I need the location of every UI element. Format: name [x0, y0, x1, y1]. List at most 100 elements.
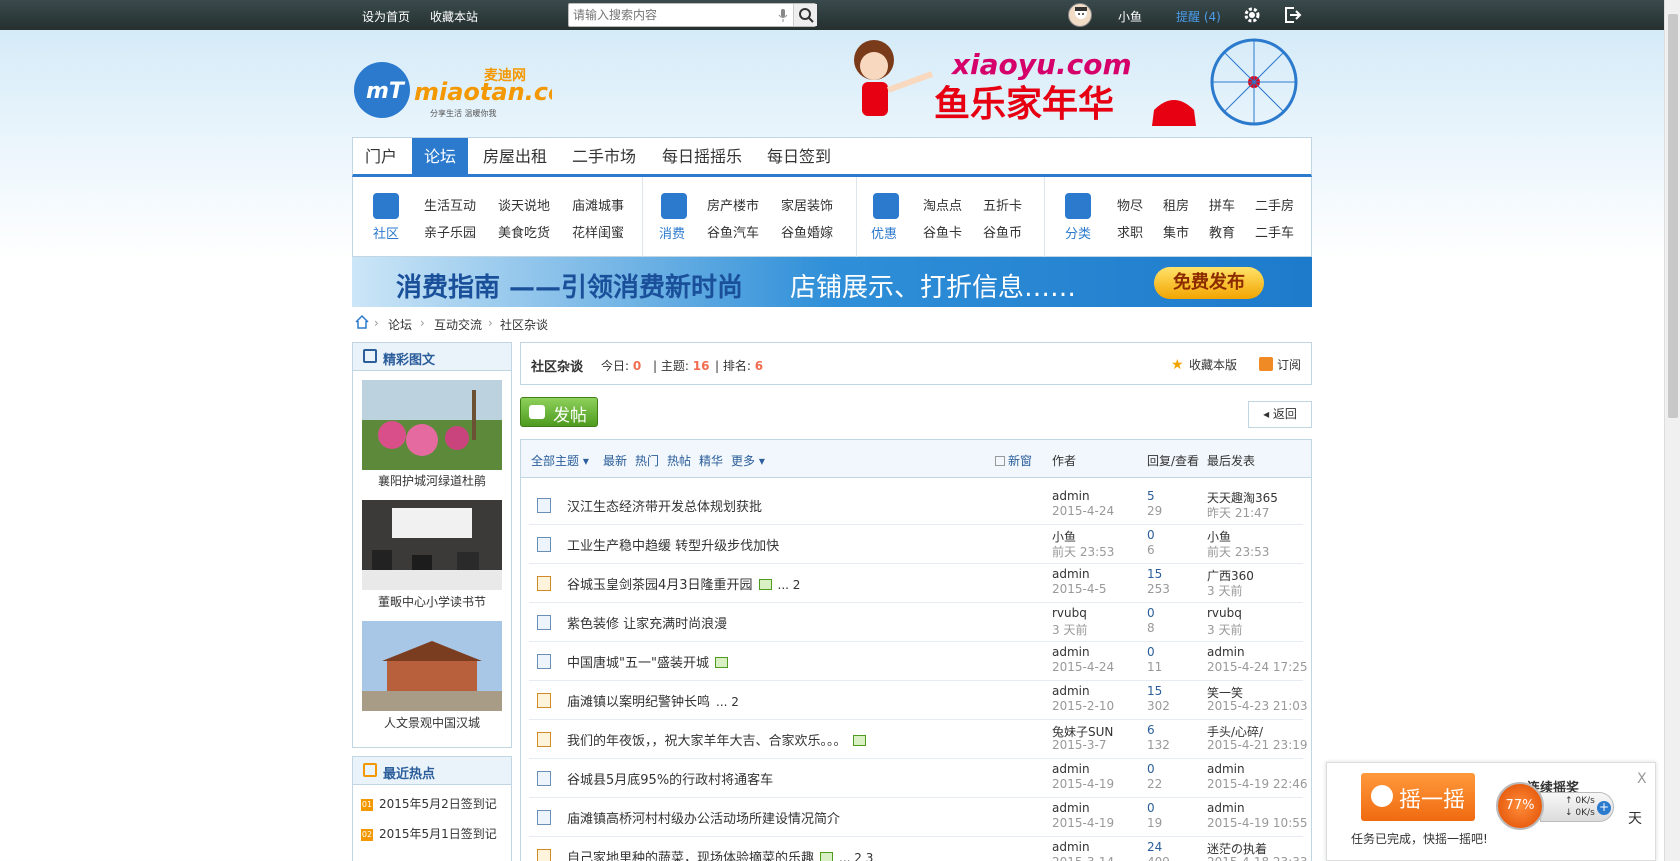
featured-caption[interactable]: 襄阳护城河绿道杜鹃 [353, 472, 511, 489]
subnav-link[interactable]: 房产楼市 [707, 195, 759, 214]
reply-count[interactable]: 0 [1147, 801, 1155, 815]
thread-icon[interactable] [537, 576, 551, 591]
table-row[interactable]: 自己家地里种的蔬菜，现场体验摘菜的乐趣... 2 3 admin2015-3-14… [529, 837, 1308, 861]
logout-icon[interactable] [1282, 5, 1302, 25]
thread-icon[interactable] [537, 810, 551, 825]
filter-hot[interactable]: 热帖 [667, 452, 691, 469]
hot-item[interactable]: 01 2015年5月2日签到记 [361, 795, 497, 812]
thread-icon[interactable] [537, 732, 551, 747]
subnav-link[interactable]: 谷鱼币 [983, 222, 1022, 241]
thread-author[interactable]: rvubq [1052, 606, 1087, 620]
breadcrumb-current[interactable]: 社区杂谈 [500, 316, 548, 333]
thread-title[interactable]: 自己家地里种的蔬菜，现场体验摘菜的乐趣... 2 3 [567, 847, 873, 861]
gear-icon[interactable] [1242, 5, 1262, 25]
search-button[interactable] [793, 4, 817, 26]
thread-title[interactable]: 我们的年夜饭，，祝大家羊年大吉、合家欢乐。。。 [567, 730, 866, 749]
thread-title[interactable]: 工业生产稳中趋缓 转型升级步伐加快 [567, 535, 779, 554]
top-banner[interactable]: xiaoyu.com 鱼乐家年华 [824, 30, 1312, 135]
subnav-link[interactable]: 集市 [1163, 222, 1189, 241]
nav-item-checkin[interactable]: 每日签到 [755, 138, 843, 175]
hot-item[interactable]: 02 2015年5月1日签到记 [361, 825, 497, 842]
last-poster[interactable]: admin [1207, 801, 1245, 815]
last-post-time[interactable]: 昨天 21:47 [1207, 504, 1269, 521]
last-post-time[interactable]: 2015-4-19 10:55 [1207, 816, 1308, 830]
subnav-title[interactable]: 优惠 [871, 223, 897, 242]
subnav-link[interactable]: 花样闺蜜 [572, 222, 624, 241]
last-post-time[interactable]: 2015-4-21 23:19 [1207, 738, 1308, 752]
new-post-button[interactable]: 发帖 [520, 397, 598, 427]
subnav-link[interactable]: 美食吃货 [498, 222, 550, 241]
last-post-time[interactable]: 3 天前 [1207, 582, 1242, 599]
subnav-link[interactable]: 二手房 [1255, 195, 1294, 214]
featured-caption[interactable]: 董畈中心小学读书节 [353, 593, 511, 610]
subnav-link[interactable]: 求职 [1117, 222, 1143, 241]
featured-caption[interactable]: 人文景观中国汉城 [353, 714, 511, 731]
subnav-title[interactable]: 分类 [1065, 223, 1091, 242]
subnav-link[interactable]: 拼车 [1209, 195, 1235, 214]
ad-banner[interactable]: 消费指南 ——引领消费新时尚 店铺展示、打折信息…… 免费发布 [352, 257, 1312, 307]
thread-icon[interactable] [537, 693, 551, 708]
mic-icon[interactable] [777, 8, 789, 23]
thread-title[interactable]: 谷城县5月底95%的行政村将通客车 [567, 769, 773, 788]
subnav-link[interactable]: 庙滩城事 [572, 195, 624, 214]
checkbox[interactable] [995, 456, 1005, 466]
breadcrumb-interact[interactable]: 互动交流 [434, 316, 482, 333]
subnav-link[interactable]: 五折卡 [983, 195, 1022, 214]
free-publish-button[interactable]: 免费发布 [1154, 267, 1264, 299]
reminder-link[interactable]: 提醒 (4) [1176, 8, 1221, 25]
featured-image-3[interactable] [362, 621, 502, 711]
subnav-link[interactable]: 租房 [1163, 195, 1189, 214]
nav-item-shake[interactable]: 每日摇摇乐 [650, 138, 754, 175]
nav-item-forum[interactable]: 论坛 [412, 138, 469, 175]
reply-count[interactable]: 0 [1147, 762, 1155, 776]
close-popup-button[interactable]: X [1637, 771, 1647, 787]
subnav-link[interactable]: 物尽 [1117, 195, 1143, 214]
thread-author[interactable]: admin [1052, 840, 1090, 854]
thread-icon[interactable] [537, 771, 551, 786]
subnav-link[interactable]: 谷鱼婚嫁 [781, 222, 833, 241]
thread-author[interactable]: admin [1052, 489, 1090, 503]
thread-author[interactable]: admin [1052, 684, 1090, 698]
filter-more[interactable]: 更多 ▾ [731, 452, 765, 469]
reply-count[interactable]: 0 [1147, 528, 1155, 542]
subnav-title[interactable]: 消费 [659, 223, 685, 242]
thread-author[interactable]: admin [1052, 567, 1090, 581]
table-row[interactable]: 汉江生态经济带开发总体规划获批 admin 2015-4-24 5 29 天天趣淘365 昨… [529, 486, 1303, 525]
subnav-title[interactable]: 社区 [373, 223, 399, 242]
speed-widget[interactable]: ↑ 0K/s ↓ 0K/s + 77% [1496, 782, 1620, 830]
filter-digest[interactable]: 精华 [699, 452, 723, 469]
subnav-link[interactable]: 生活互动 [424, 195, 476, 214]
subnav-link[interactable]: 谷鱼汽车 [707, 222, 759, 241]
thread-author[interactable]: admin [1052, 645, 1090, 659]
thread-icon[interactable] [537, 537, 551, 552]
nav-item-market[interactable]: 二手市场 [560, 138, 648, 175]
thread-icon[interactable] [537, 615, 551, 630]
subnav-link[interactable]: 淘点点 [923, 195, 962, 214]
table-row[interactable]: 谷城县5月底95%的行政村将通客车 admin 2015-4-19 0 22 admin 2… [529, 759, 1308, 798]
last-post-time[interactable]: 2015-4-18 23:33 [1207, 855, 1308, 861]
table-row[interactable]: 紫色装修 让家充满时尚浪漫 rvubq 3 天前 0 8 rvubq 3 天前 [529, 603, 1303, 642]
thread-title[interactable]: 谷城玉皇剑茶园4月3日隆重开园... 2 [567, 574, 800, 593]
page-links[interactable]: ... 2 [716, 695, 739, 709]
new-window-toggle[interactable]: 新窗 [995, 452, 1032, 469]
reply-count[interactable]: 0 [1147, 645, 1155, 659]
favorite-forum-button[interactable]: ★ 收藏本版 [1171, 356, 1237, 373]
featured-image-2[interactable] [362, 500, 502, 590]
table-row[interactable]: 庙滩镇以案明纪警钟长鸣... 2 admin 2015-2-10 15 302 笑一笑 20… [529, 681, 1308, 720]
back-button[interactable]: ◂ 返回 [1248, 401, 1312, 428]
table-row[interactable]: 工业生产稳中趋缓 转型升级步伐加快 小鱼 前天 23:53 0 6 小鱼 前天 23:53 [529, 525, 1303, 564]
home-icon[interactable] [354, 314, 370, 330]
bookmark-link[interactable]: 收藏本站 [430, 8, 478, 25]
nav-item-rent[interactable]: 房屋出租 [471, 138, 559, 175]
subnav-link[interactable]: 亲子乐园 [424, 222, 476, 241]
thread-title[interactable]: 庙滩镇高桥河村村级办公活动场所建设情况简介 [567, 808, 840, 827]
thread-title[interactable]: 紫色装修 让家充满时尚浪漫 [567, 613, 727, 632]
table-row[interactable]: 我们的年夜饭，，祝大家羊年大吉、合家欢乐。。。 兔妹子SUN 2015-3-7 6 13… [529, 720, 1308, 759]
subnav-link[interactable]: 家居装饰 [781, 195, 833, 214]
set-home-link[interactable]: 设为首页 [362, 8, 410, 25]
nav-item-portal[interactable]: 门户 [353, 138, 409, 175]
subnav-link[interactable]: 二手车 [1255, 222, 1294, 241]
page-links[interactable]: ... 2 3 [839, 851, 873, 861]
subnav-link[interactable]: 谈天说地 [498, 195, 550, 214]
page-scrollbar[interactable] [1664, 0, 1680, 861]
